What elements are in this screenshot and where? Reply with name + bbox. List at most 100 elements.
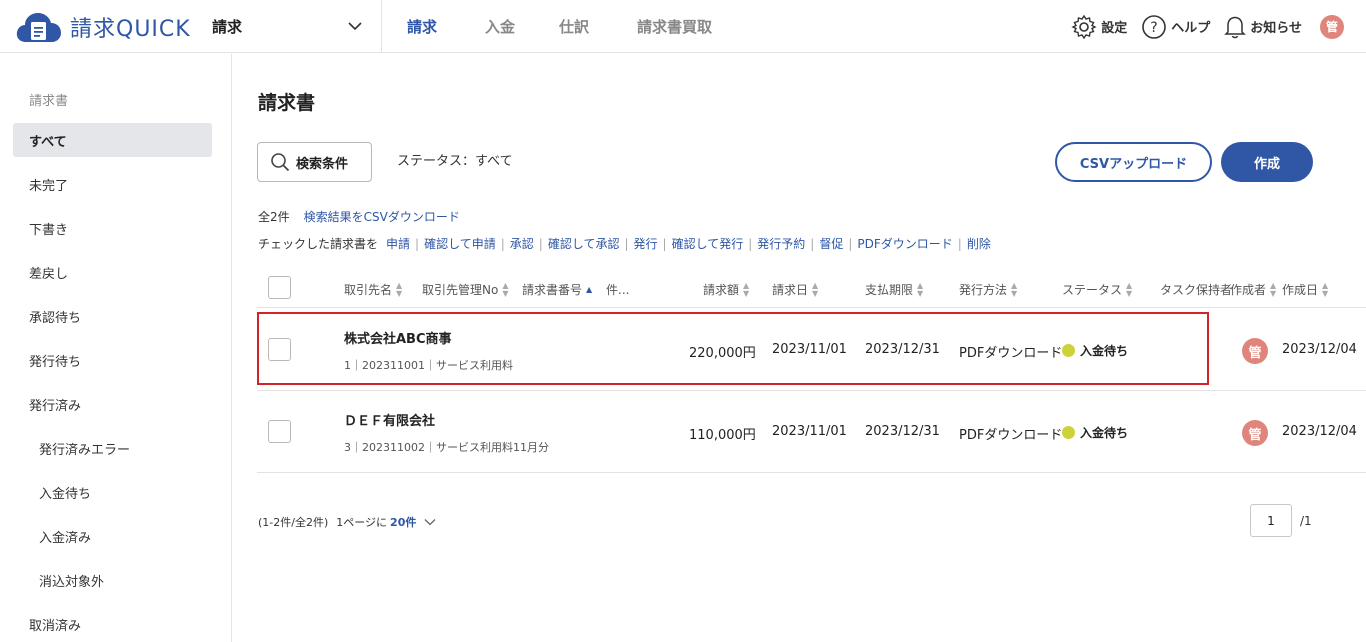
col-amount[interactable]: 請求額 ▲ ▼: [703, 281, 749, 298]
page-title: 請求書: [258, 92, 316, 114]
col-creator[interactable]: 作成者 ▲ ▼: [1230, 281, 1276, 298]
creator-avatar: 管: [1242, 420, 1268, 446]
sort-icon: ▲ ▼: [502, 280, 509, 298]
bell-icon: [1224, 16, 1247, 38]
sidebar-item-cancelled[interactable]: 取消済み: [13, 607, 212, 641]
col-invoice-date[interactable]: 請求日 ▲ ▼: [772, 281, 818, 298]
col-method[interactable]: 発行方法 ▲ ▼: [959, 281, 1017, 298]
per-page-select[interactable]: 20件: [390, 514, 416, 530]
sort-icon: ▲ ▼: [743, 280, 750, 298]
action-schedule-issue[interactable]: 発行予約: [757, 235, 805, 252]
sidebar-item-returned[interactable]: 差戻し: [13, 255, 212, 289]
bulk-actions-label: チェックした請求書を: [258, 237, 379, 251]
sidebar: 請求書 すべて 未完了 下書き 差戻し 承認待ち 発行待ち 発行済み 発行済みエ…: [0, 54, 232, 642]
sort-icon: ▲ ▼: [917, 280, 924, 298]
result-count: 全2件: [258, 210, 290, 224]
page-total: /1: [1300, 514, 1312, 528]
col-assignee[interactable]: タスク保持者: [1160, 281, 1232, 298]
col-partner[interactable]: 取引先名 ▲ ▼: [344, 281, 402, 298]
logo-text: 請求QUICK: [70, 17, 191, 42]
sidebar-item-issued-error[interactable]: 発行済みエラー: [13, 431, 212, 465]
csv-download-link[interactable]: 検索結果をCSVダウンロード: [304, 208, 460, 225]
action-pdf-download[interactable]: PDFダウンロード: [857, 235, 952, 252]
due-date: 2023/12/31: [865, 424, 940, 439]
issue-method: PDFダウンロード: [959, 428, 1063, 443]
search-conditions-button[interactable]: 検索条件: [257, 142, 372, 182]
sidebar-item-draft[interactable]: 下書き: [13, 211, 212, 245]
creator-avatar: 管: [1242, 338, 1268, 364]
sort-icon: ▲ ▼: [812, 280, 819, 298]
settings-button[interactable]: 設定: [1071, 14, 1127, 40]
sidebar-item-paid[interactable]: 入金済み: [13, 519, 212, 553]
notifications-label: お知らせ: [1250, 21, 1302, 36]
nav-tab-payment[interactable]: 入金: [485, 16, 515, 37]
nav-tab-invoice[interactable]: 請求: [407, 16, 437, 37]
sidebar-item-awaiting-issue[interactable]: 発行待ち: [13, 343, 212, 377]
cloud-document-icon: [16, 13, 61, 42]
col-due-date[interactable]: 支払期限 ▲ ▼: [865, 281, 923, 298]
nav-tab-journal[interactable]: 仕訳: [559, 16, 589, 37]
table-row[interactable]: ＤＥＦ有限会社 3｜202311002｜サービス利用料11月分 110,000円…: [257, 391, 1366, 473]
app-switcher-label: 請求: [212, 17, 243, 36]
sidebar-item-incomplete[interactable]: 未完了: [13, 167, 212, 201]
app-logo[interactable]: 請求QUICK: [16, 10, 191, 44]
table-header: 取引先名 ▲ ▼ 取引先管理No ▲ ▼ 請求書番号 ▲ 件... 請求額 ▲ ▼ 請求日 ▲ ▼…: [257, 268, 1366, 308]
action-confirm-approve[interactable]: 確認して承認: [548, 235, 620, 252]
col-status[interactable]: ステータス ▲ ▼: [1062, 281, 1132, 298]
highlight-box: [257, 312, 1209, 385]
create-button[interactable]: 作成: [1221, 142, 1313, 182]
invoice-date: 2023/11/01: [772, 424, 847, 439]
app-header: 請求QUICK 請求 請求 入金 仕訳 請求書買取 設定 ? ヘルプ お知らせ …: [0, 0, 1366, 53]
per-page-label: 1ページに: [336, 516, 388, 529]
action-delete[interactable]: 削除: [967, 235, 991, 252]
app-switcher-select[interactable]: 請求: [212, 14, 362, 38]
row-checkbox[interactable]: [268, 420, 291, 443]
col-subject[interactable]: 件...: [606, 281, 629, 298]
sidebar-item-awaiting-approval[interactable]: 承認待ち: [13, 299, 212, 333]
sidebar-item-excluded[interactable]: 消込対象外: [13, 563, 212, 597]
sidebar-item-issued[interactable]: 発行済み: [13, 387, 212, 421]
col-created[interactable]: 作成日 ▲ ▼: [1282, 281, 1328, 298]
result-count-line: 全2件 検索結果をCSVダウンロード: [258, 208, 460, 225]
action-confirm-issue[interactable]: 確認して発行: [672, 235, 744, 252]
notifications-button[interactable]: お知らせ: [1224, 14, 1302, 40]
invoice-meta: 3｜202311002｜サービス利用料11月分: [344, 441, 549, 454]
created-date: 2023/12/04: [1282, 424, 1357, 439]
search-conditions-label: 検索条件: [296, 156, 349, 172]
main-nav: 請求 入金 仕訳 請求書買取: [407, 0, 760, 53]
created-date: 2023/12/04: [1282, 342, 1357, 357]
select-all-checkbox[interactable]: [268, 276, 291, 299]
action-apply[interactable]: 申請: [386, 235, 410, 252]
col-invoice-no[interactable]: 請求書番号 ▲: [522, 281, 592, 298]
sort-icon: ▲ ▼: [1270, 280, 1277, 298]
chevron-down-icon[interactable]: [424, 518, 436, 526]
status-dot-icon: [1062, 426, 1075, 439]
nav-tab-factoring[interactable]: 請求書買取: [637, 16, 712, 37]
help-button[interactable]: ? ヘルプ: [1141, 14, 1210, 40]
sidebar-item-awaiting-payment[interactable]: 入金待ち: [13, 475, 212, 509]
bulk-actions: チェックした請求書を 申請 | 確認して申請 | 承認 | 確認して承認 | 発行 | 確…: [258, 235, 991, 252]
search-icon: [271, 153, 290, 172]
header-divider: [381, 0, 382, 53]
action-approve[interactable]: 承認: [510, 235, 534, 252]
action-reminder[interactable]: 督促: [819, 235, 843, 252]
question-circle-icon: ?: [1142, 14, 1167, 39]
invoice-amount: 110,000円: [689, 428, 756, 443]
status-filter-text: ステータス：すべて: [397, 154, 513, 169]
pager-info: (1-2件/全2件) 1ページに 20件: [258, 514, 436, 530]
svg-text:?: ?: [1151, 20, 1158, 36]
col-partner-code[interactable]: 取引先管理No ▲ ▼: [422, 281, 508, 298]
status-badge: 入金待ち: [1062, 424, 1128, 441]
action-confirm-apply[interactable]: 確認して申請: [424, 235, 496, 252]
gear-icon: [1071, 14, 1097, 39]
settings-label: 設定: [1101, 21, 1128, 36]
sidebar-item-all[interactable]: すべて: [13, 123, 212, 157]
csv-upload-button[interactable]: CSVアップロード: [1055, 142, 1212, 182]
help-label: ヘルプ: [1171, 21, 1211, 36]
action-issue[interactable]: 発行: [634, 235, 658, 252]
user-avatar[interactable]: 管: [1320, 14, 1344, 39]
page-number-input[interactable]: [1250, 504, 1292, 537]
chevron-down-icon: [348, 22, 362, 31]
pager-range: (1-2件/全2件): [258, 516, 329, 529]
partner-name[interactable]: ＤＥＦ有限会社: [344, 410, 435, 429]
